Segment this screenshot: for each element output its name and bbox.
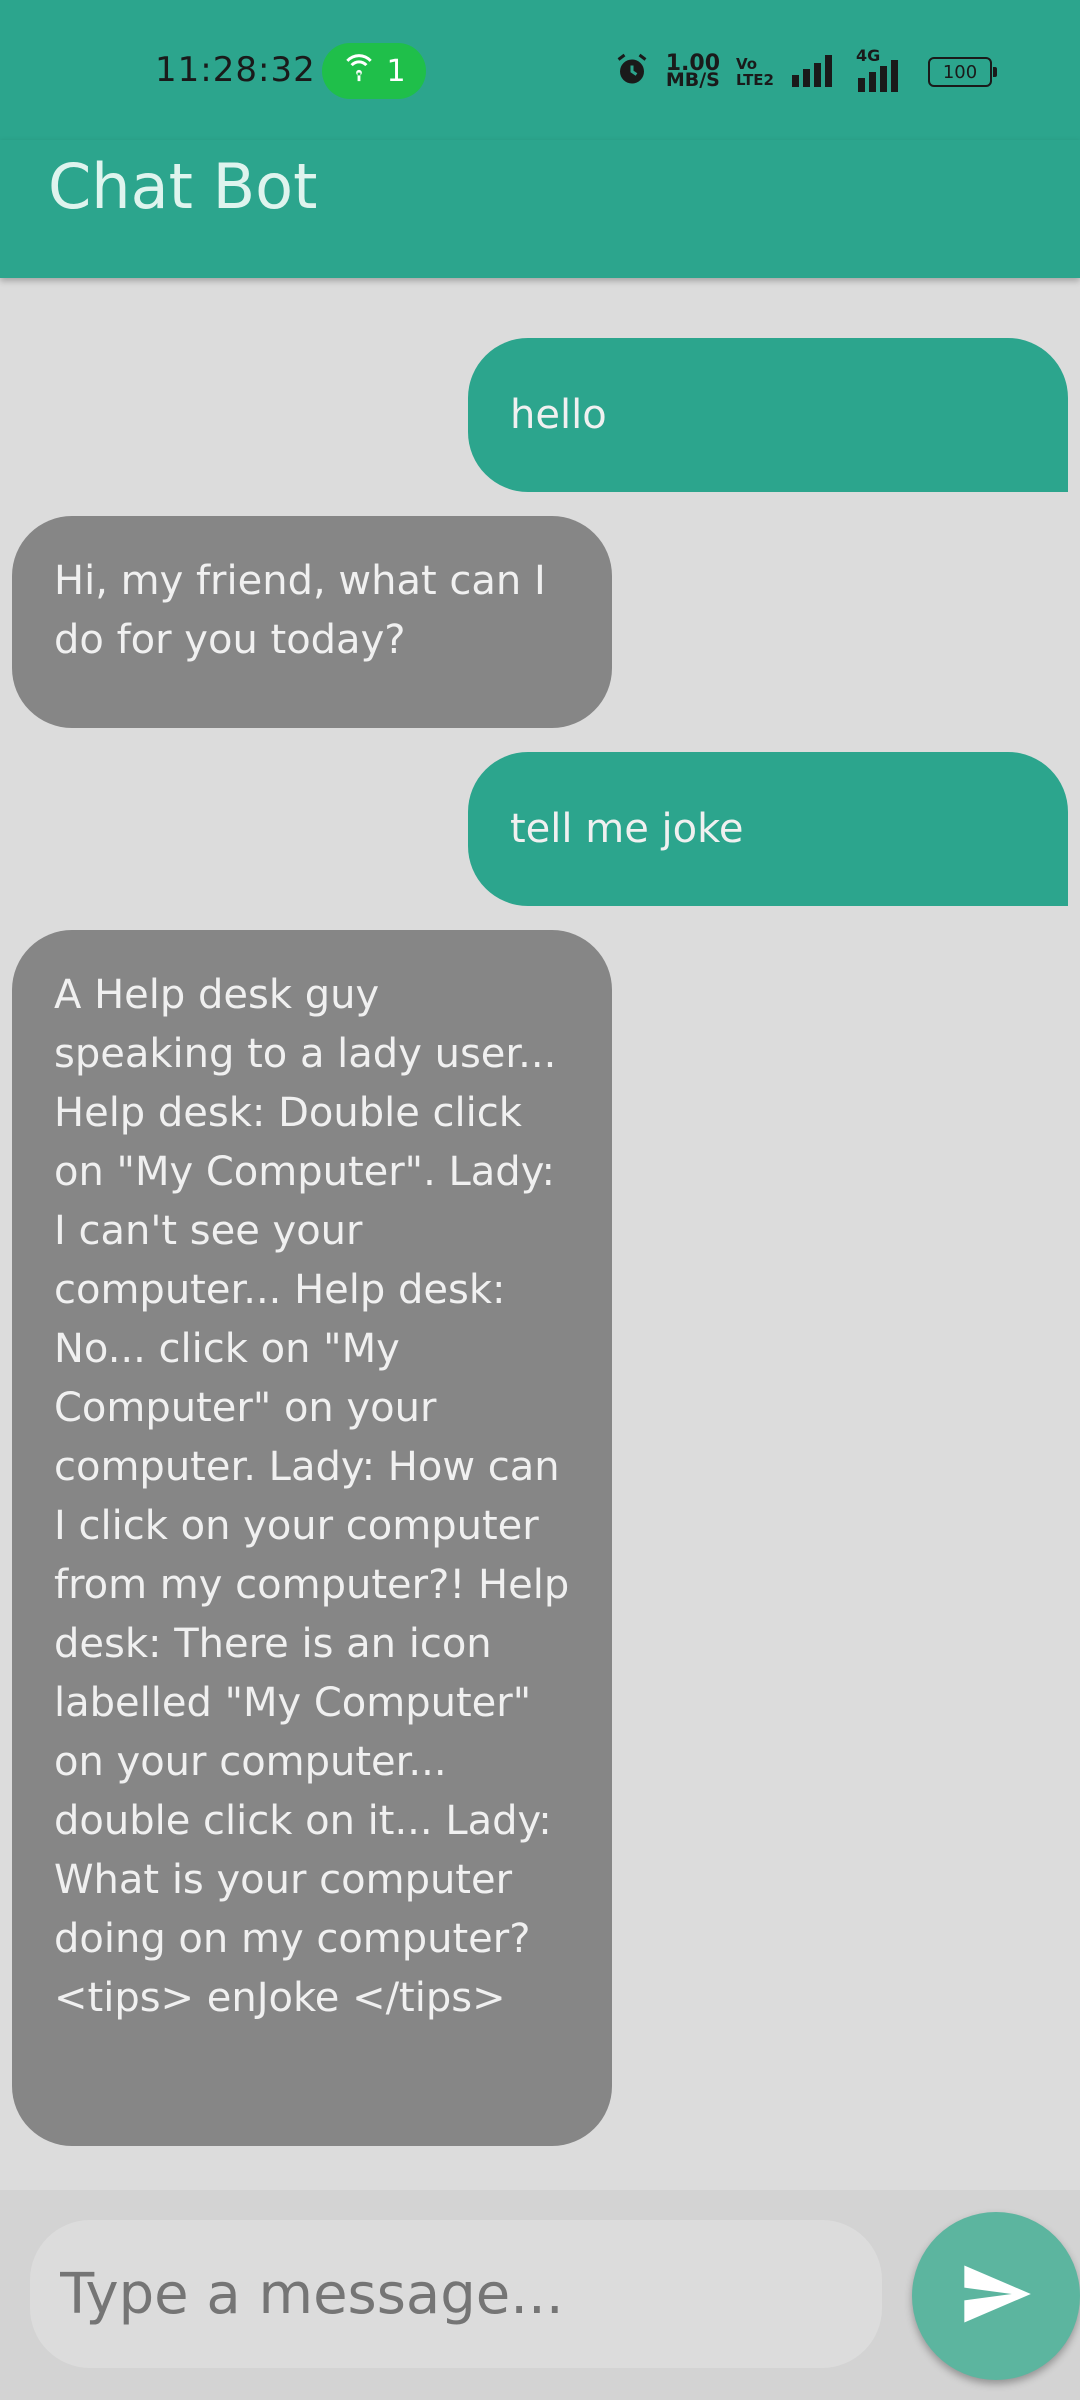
battery-indicator: 100 — [928, 57, 997, 87]
alarm-icon — [614, 52, 650, 92]
status-time: 11:28:32 — [155, 50, 316, 90]
status-bar: 11:28:32 1 1.00 MB/S Vo LTE2 4G 100 — [0, 0, 1080, 140]
volte-indicator: Vo LTE2 — [736, 56, 774, 88]
volte-bottom: LTE2 — [736, 71, 774, 89]
send-button[interactable] — [912, 2212, 1080, 2380]
message-text: Hi, my friend, what can I do for you tod… — [54, 558, 546, 663]
bot-message-bubble: Hi, my friend, what can I do for you tod… — [12, 516, 612, 728]
message-text: hello — [510, 391, 607, 438]
app-title: Chat Bot — [48, 150, 318, 223]
hotspot-indicator[interactable]: 1 — [322, 43, 426, 99]
message-text: tell me joke — [510, 805, 744, 852]
network-speed: 1.00 MB/S — [665, 53, 720, 91]
signal-icon — [790, 53, 836, 91]
user-message-bubble: hello — [468, 338, 1068, 492]
speed-unit: MB/S — [665, 69, 720, 91]
signal-4g-icon: 4G — [852, 46, 912, 92]
bot-message-bubble: A Help desk guy speaking to a lady user.… — [12, 930, 612, 2146]
send-icon — [958, 2256, 1034, 2336]
volte-top: Vo — [736, 55, 758, 73]
hotspot-count: 1 — [386, 53, 406, 89]
message-text: A Help desk guy speaking to a lady user.… — [54, 972, 570, 2021]
battery-level: 100 — [942, 61, 978, 83]
hotspot-icon — [342, 50, 376, 92]
user-message-bubble: tell me joke — [468, 752, 1068, 906]
message-input[interactable] — [30, 2220, 882, 2368]
